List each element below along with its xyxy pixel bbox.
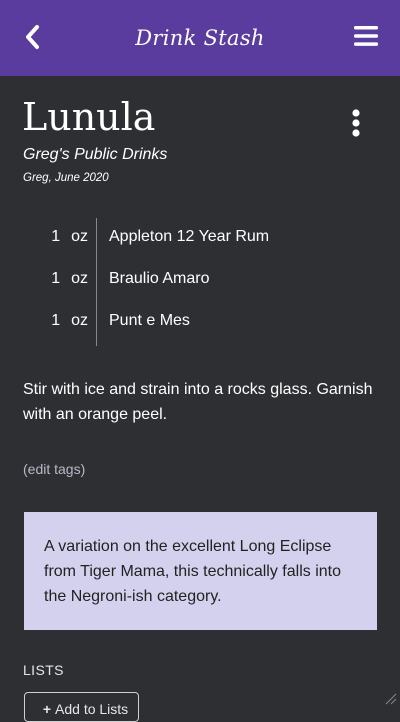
add-to-lists-button[interactable]: + Add to Lists <box>24 692 139 722</box>
drink-byline: Greg, June 2020 <box>23 172 109 184</box>
ingredient-unit: oz <box>71 270 88 287</box>
drink-instructions: Stir with ice and strain into a rocks gl… <box>23 381 373 423</box>
ingredient-unit: oz <box>71 228 88 245</box>
drink-note-text: A variation on the excellent Long Eclips… <box>44 538 341 605</box>
ingredient-amount: 1 oz <box>51 312 88 330</box>
vertical-dots-icon <box>352 109 360 137</box>
ingredient-row: 1 oz Appleton 12 Year Rum <box>30 228 360 252</box>
edit-tags-link[interactable]: (edit tags) <box>23 461 85 477</box>
ingredient-list: 1 oz Appleton 12 Year Rum 1 oz Braulio Ama… <box>30 218 360 346</box>
menu-button[interactable] <box>352 24 380 48</box>
ingredient-qty: 1 <box>51 228 61 245</box>
ingredient-row: 1 oz Punt e Mes <box>30 312 360 336</box>
ingredient-row: 1 oz Braulio Amaro <box>30 270 360 294</box>
hamburger-menu-icon <box>354 26 378 46</box>
ingredient-qty: 1 <box>51 270 61 287</box>
ingredient-unit: oz <box>71 312 88 329</box>
ingredient-amount: 1 oz <box>51 228 88 246</box>
top-nav-bar: Drink Stash <box>0 0 400 76</box>
more-options-button[interactable] <box>346 108 366 138</box>
ingredient-name[interactable]: Punt e Mes <box>109 312 190 330</box>
add-to-lists-label: Add to Lists <box>55 701 129 717</box>
lists-heading: LISTS <box>23 662 64 678</box>
plus-icon: + <box>42 701 52 717</box>
resize-grip-icon[interactable] <box>380 688 398 706</box>
app-title[interactable]: Drink Stash <box>0 26 400 50</box>
ingredient-name[interactable]: Braulio Amaro <box>109 270 210 288</box>
ingredient-amount: 1 oz <box>51 270 88 288</box>
drink-note: A variation on the excellent Long Eclips… <box>24 512 377 630</box>
ingredient-name[interactable]: Appleton 12 Year Rum <box>109 228 269 246</box>
drink-list-name[interactable]: Greg's Public Drinks <box>23 146 167 164</box>
drink-title: Lunula <box>22 95 156 139</box>
ingredient-qty: 1 <box>51 312 61 329</box>
